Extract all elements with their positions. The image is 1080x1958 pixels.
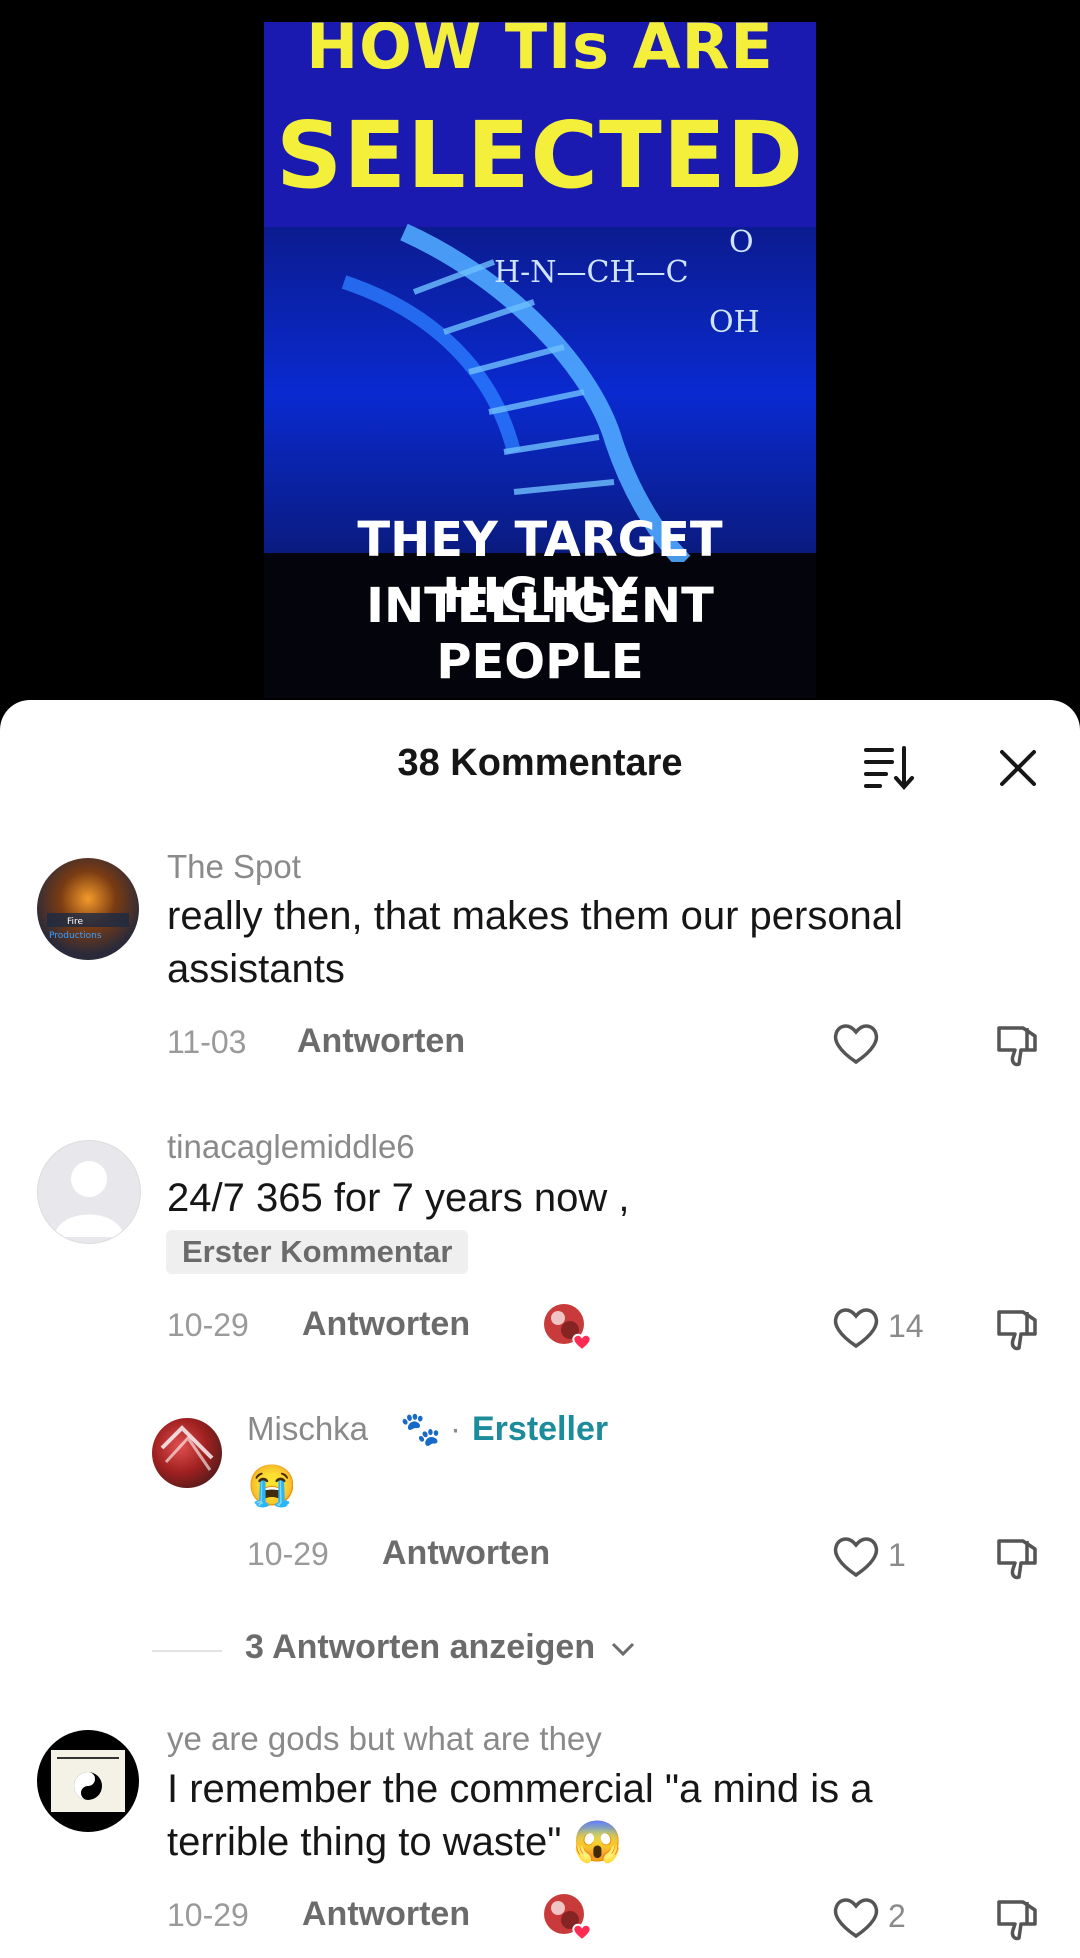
dislike-icon[interactable] [993,1022,1043,1077]
comment-text: really then, that makes them our persona… [167,894,903,991]
paw-emoji: 🐾 [400,1410,442,1447]
video-caption-line2: INTELLIGENT PEOPLE [366,578,714,690]
video-title-line1: HOW TIs ARE [306,22,774,83]
heart-icon[interactable] [832,1535,880,1584]
dislike-icon[interactable] [993,1896,1043,1951]
svg-text:OH: OH [709,305,760,340]
dna-graphic: H-N—CH—C OH O [341,223,760,562]
svg-text:Fire: Fire [67,917,84,927]
separator-dot: · [450,1410,461,1447]
heart-icon[interactable] [832,1896,880,1945]
like-count: 1 [888,1537,906,1573]
avatar[interactable] [37,1730,139,1832]
close-icon[interactable] [996,746,1040,790]
like-count: 14 [888,1308,924,1344]
heart-icon[interactable] [832,1306,880,1355]
first-comment-badge: Erster Kommentar [166,1230,469,1274]
comment-username[interactable]: The Spot [167,848,301,886]
reply-username[interactable]: Mischka [247,1410,368,1448]
sort-icon[interactable] [862,744,916,792]
svg-text:Productions: Productions [49,931,102,941]
reply-button[interactable]: Antworten [302,1895,470,1934]
comment-date: 11-03 [167,1024,247,1060]
reply-button[interactable]: Antworten [382,1534,550,1573]
creator-liked-avatar [544,1894,592,1942]
video-player[interactable]: H-N—CH—C OH O HOW TIs ARE SELECTED THEY … [0,0,1080,720]
creator-tag: Ersteller [472,1410,609,1448]
show-replies-label: 3 Antworten anzeigen [245,1628,596,1666]
comments-sheet: 38 Kommentare Fire Productions The Spot … [0,700,1080,1958]
comment-username[interactable]: ye are gods but what are they [167,1720,602,1758]
avatar[interactable] [152,1418,222,1488]
reply-button[interactable]: Antworten [297,1022,465,1061]
avatar[interactable] [37,1140,141,1244]
dislike-icon[interactable] [993,1535,1043,1590]
comments-count-title: 38 Kommentare [397,742,683,784]
comment-username[interactable]: tinacaglemiddle6 [167,1128,415,1166]
svg-text:H-N—CH—C: H-N—CH—C [494,255,689,290]
reply-button[interactable]: Antworten [302,1305,470,1344]
replies-divider [152,1650,222,1652]
comment-date: 10-29 [167,1897,249,1933]
video-title-line2: SELECTED [275,102,805,209]
like-count: 2 [888,1898,906,1934]
show-replies-button[interactable]: 3 Antworten anzeigen [245,1628,637,1667]
heart-icon[interactable] [832,1022,880,1071]
dislike-icon[interactable] [993,1306,1043,1361]
comment-date: 10-29 [167,1307,249,1343]
comment-text: I remember the commercial "a mind is a t… [167,1767,873,1864]
reply-date: 10-29 [247,1536,329,1572]
reply-text: 😭 [247,1464,297,1508]
avatar[interactable]: Fire Productions [37,858,139,960]
comment-text: 24/7 365 for 7 years now , [167,1176,630,1220]
chevron-down-icon [611,1642,634,1657]
creator-liked-avatar [544,1304,592,1352]
video-thumbnail: H-N—CH—C OH O HOW TIs ARE SELECTED THEY … [264,22,816,698]
svg-text:O: O [729,225,754,260]
